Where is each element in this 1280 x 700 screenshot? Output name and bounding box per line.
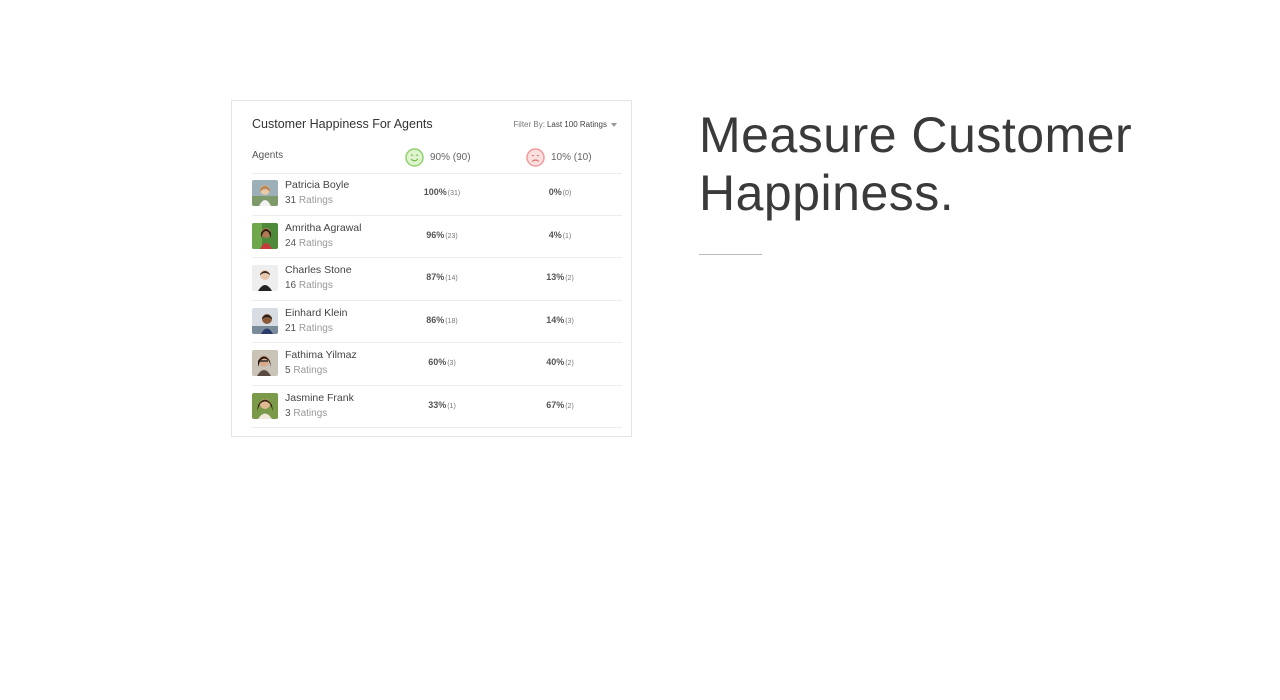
filter-value: Last 100 Ratings [546,120,607,129]
headline-divider [699,254,762,255]
agents-table: Patricia Boyle 31 Ratings 100%(31) 0%(0)… [252,173,622,428]
table-row[interactable]: Amritha Agrawal 24 Ratings 96%(23) 4%(1) [252,216,622,258]
happy-percentage: 96%(23) [426,229,458,240]
happy-percentage: 87%(14) [426,272,458,282]
avatar [252,350,278,376]
agent-ratings: 16 Ratings [285,280,333,291]
agent-name: Charles Stone [285,264,352,276]
sad-percentage: 67%(2) [546,399,574,410]
happy-percentage: 100%(31) [423,187,461,197]
avatar [252,180,278,206]
agents-column-header: Agents [252,150,284,161]
table-row[interactable]: Jasmine Frank 3 Ratings 33%(1) 67%(2) [252,386,622,428]
happy-summary-value: 90% (90) [430,152,471,163]
avatar [252,222,278,249]
page: Customer Happiness For Agents Filter By:… [0,0,1280,700]
happy-percentage: 33%(1) [428,399,456,410]
sad-percentage: 4%(1) [548,229,572,240]
avatar [252,392,278,419]
sad-percentage: 14%(3) [546,314,574,325]
headline-line-1: Measure Customer [699,107,1133,163]
avatar [252,307,278,334]
happy-summary: 90% (90) [405,148,471,167]
agent-name: Patricia Boyle [285,179,350,191]
table-row[interactable]: Charles Stone 16 Ratings 87%(14) 13%(2) [252,258,622,301]
sad-summary-value: 10% (10) [551,152,592,163]
agent-name: Fathima Yilmaz [285,349,357,361]
caret-down-icon [611,122,617,127]
table-header: Agents 90% (90) 10% (10) [252,145,622,174]
headline-line-2: Happiness. [699,165,955,221]
sad-face-icon [526,148,545,167]
agent-ratings: 24 Ratings [285,237,333,249]
agent-name: Jasmine Frank [285,391,354,404]
agent-name: Amritha Agrawal [285,221,362,234]
agent-ratings: 3 Ratings [285,407,328,419]
avatar [252,265,278,291]
agent-name: Einhard Klein [285,306,348,319]
happy-percentage: 60%(3) [428,357,456,367]
sad-percentage: 40%(2) [546,357,574,367]
smiley-face-icon [405,148,424,167]
sad-percentage: 13%(2) [546,272,574,282]
sad-percentage: 0%(0) [548,187,572,197]
filter-label: Filter By: [513,120,545,129]
agent-ratings: 31 Ratings [285,195,333,206]
filter-dropdown[interactable]: Filter By: Last 100 Ratings [513,120,617,129]
agent-ratings: 5 Ratings [285,365,328,376]
table-row[interactable]: Fathima Yilmaz 5 Ratings 60%(3) 40%(2) [252,343,622,386]
card-title: Customer Happiness For Agents [252,117,433,131]
sad-summary: 10% (10) [526,148,592,167]
table-row[interactable]: Einhard Klein 21 Ratings 86%(18) 14%(3) [252,301,622,343]
headline: Measure Customer Happiness. [699,106,1132,222]
customer-happiness-card: Customer Happiness For Agents Filter By:… [231,100,632,437]
agent-ratings: 21 Ratings [285,322,333,334]
happy-percentage: 86%(18) [426,314,458,325]
table-row[interactable]: Patricia Boyle 31 Ratings 100%(31) 0%(0) [252,173,622,216]
